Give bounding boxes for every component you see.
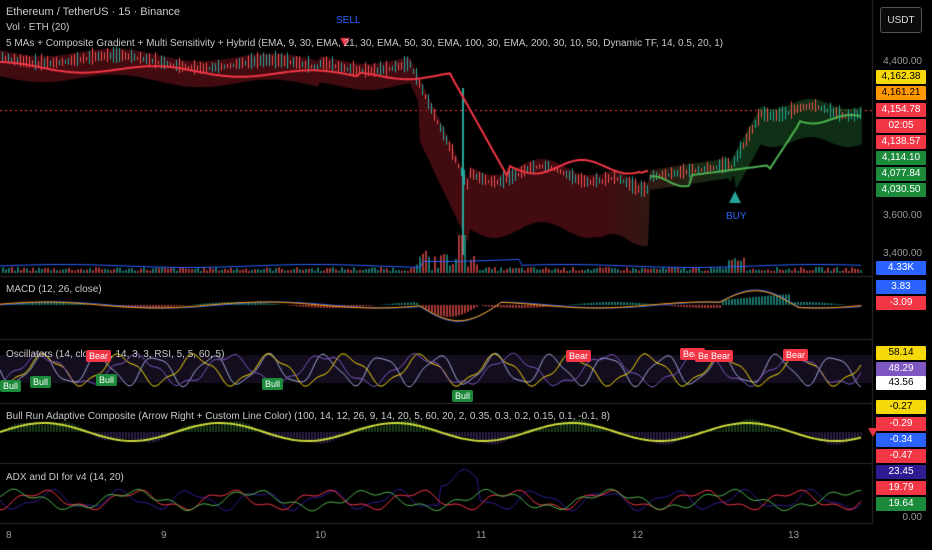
bear-label: Bear	[566, 350, 592, 362]
time-label: 13	[788, 530, 800, 541]
bull-label: Bull	[262, 378, 284, 390]
bull-run-badge: -0.34	[876, 433, 926, 447]
adx-title[interactable]: ADX and DI for v4 (14, 20)	[6, 472, 124, 483]
bull-run-badge: -0.27	[876, 400, 926, 414]
symbol-title[interactable]: Ethereum / TetherUS · 15 · Binance	[6, 6, 180, 18]
chart-canvas[interactable]	[0, 0, 932, 550]
oscillators-title[interactable]: Oscillators (14, close, 9, 14, 3, 3, RSI…	[6, 349, 224, 360]
bull-run-badge: -0.47	[876, 449, 926, 463]
bull-run-badge: -0.29	[876, 417, 926, 431]
bull-label: Bull	[30, 376, 52, 388]
bear-label: Bear	[783, 349, 809, 361]
bear-label: Bear	[86, 350, 112, 362]
adx-badge: 19.64	[876, 497, 926, 511]
buy-signal-label: BUY	[726, 211, 747, 222]
price-badge: 02:05	[876, 119, 926, 133]
macd-title[interactable]: MACD (12, 26, close)	[6, 284, 102, 295]
sell-signal-label: SELL	[336, 15, 361, 26]
adx-badge: 23.45	[876, 465, 926, 479]
price-tick: 4,400.00	[883, 56, 922, 67]
price-badge: 4,138.57	[876, 135, 926, 149]
bull-label: Bull	[96, 374, 118, 386]
currency-button[interactable]: USDT	[880, 7, 922, 33]
price-badge: 4,030.50	[876, 183, 926, 197]
ma-indicator-legend[interactable]: 5 MAs + Composite Gradient + Multi Sensi…	[6, 38, 723, 49]
macd-badge: -3.09	[876, 296, 926, 310]
oscillator-badge: 58.14	[876, 346, 926, 360]
bull-label: Bull	[452, 390, 474, 402]
adx-tick: 0.00	[902, 512, 922, 523]
macd-badge: 3.83	[876, 280, 926, 294]
bull-label: Bull	[0, 380, 22, 392]
adx-badge: 19.79	[876, 481, 926, 495]
price-badge: 4,161.21	[876, 86, 926, 100]
time-label: 8	[6, 530, 12, 541]
price-tick: 3,600.00	[883, 210, 922, 221]
oscillator-badge: 43.56	[876, 376, 926, 390]
time-label: 11	[476, 530, 487, 541]
bull-run-title[interactable]: Bull Run Adaptive Composite (Arrow Right…	[6, 411, 610, 422]
time-label: 9	[161, 530, 167, 541]
price-badge: 4.33K	[876, 261, 926, 275]
price-badge: 4,162.38	[876, 70, 926, 84]
price-badge: 4,154.78	[876, 103, 926, 117]
volume-legend[interactable]: Vol · ETH (20)	[6, 22, 69, 33]
time-label: 10	[315, 530, 327, 541]
price-badge: 4,077.84	[876, 167, 926, 181]
bear-label: Bear	[708, 350, 734, 362]
price-badge: 4,114.10	[876, 151, 926, 165]
oscillator-badge: 48.29	[876, 362, 926, 376]
time-label: 12	[632, 530, 644, 541]
price-tick: 3,400.00	[883, 248, 922, 259]
